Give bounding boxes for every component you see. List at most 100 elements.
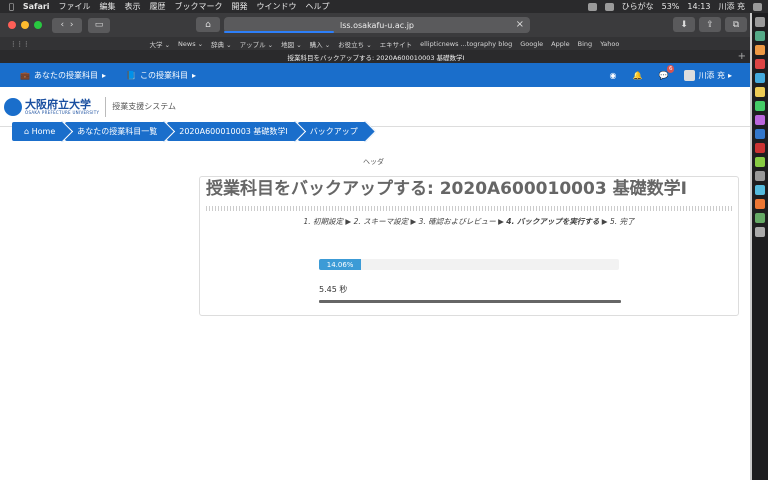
bell-icon[interactable]: 🔔 bbox=[633, 71, 643, 80]
site-header: 大阪府立大学 OSAKA PREFECTURE UNIVERSITY 授業支援シ… bbox=[0, 87, 752, 127]
dock-app-icon[interactable] bbox=[755, 157, 765, 167]
menu-view[interactable]: 表示 bbox=[125, 1, 141, 12]
dock-app-icon[interactable] bbox=[755, 171, 765, 181]
messages-icon[interactable]: 💬 6 bbox=[658, 64, 675, 80]
current-step: 4. バックアップを実行する bbox=[506, 217, 600, 226]
logo-sub-text: OSAKA PREFECTURE UNIVERSITY bbox=[25, 109, 100, 115]
nav-my-courses[interactable]: 💼 あなたの授業科目 ▸ bbox=[20, 70, 106, 81]
menu-develop[interactable]: 開発 bbox=[232, 1, 248, 12]
zoom-window-icon[interactable] bbox=[34, 21, 42, 29]
sidebar-toggle-icon[interactable]: ▭ bbox=[88, 17, 110, 33]
wifi-icon[interactable] bbox=[604, 2, 614, 11]
progress-label: 14.06% bbox=[326, 260, 354, 269]
battery-percent[interactable]: 53% bbox=[662, 2, 680, 11]
dock-app-icon[interactable] bbox=[755, 87, 765, 97]
macos-menubar:  Safari ファイル 編集 表示 履歴 ブックマーク 開発 ウインドウ ヘ… bbox=[0, 0, 768, 13]
system-name: 授業支援システム bbox=[112, 102, 176, 111]
browser-toolbar: ‹ › ▭ ⌂ lss.osakafu-u.ac.jp × ⬇ ⇪ ⧉ bbox=[0, 13, 752, 37]
menu-bookmarks[interactable]: ブックマーク bbox=[175, 1, 223, 12]
dock-app-icon[interactable] bbox=[755, 199, 765, 209]
user-menu[interactable]: 川添 充 ▸ bbox=[684, 69, 732, 81]
target-icon[interactable]: ◉ bbox=[610, 71, 617, 80]
notification-badge: 6 bbox=[666, 64, 675, 73]
nav-this-course[interactable]: 📘 この授業科目 ▸ bbox=[126, 70, 196, 81]
tabs-overview-icon[interactable]: ⧉ bbox=[725, 17, 747, 32]
dock-app-icon[interactable] bbox=[755, 143, 765, 153]
breadcrumb: ⌂ Home あなたの授業科目一覧 2020A600010003 基礎数学I バ… bbox=[12, 122, 368, 141]
dock-app-icon[interactable] bbox=[755, 115, 765, 125]
dock-app-icon[interactable] bbox=[755, 227, 765, 237]
fav-apple-jp[interactable]: アップル ⌄ bbox=[240, 39, 274, 49]
fav-news[interactable]: News ⌄ bbox=[178, 40, 203, 48]
dock-app-icon[interactable] bbox=[755, 73, 765, 83]
breadcrumb-backup[interactable]: バックアップ bbox=[297, 122, 367, 141]
university-logo-icon[interactable] bbox=[4, 97, 22, 116]
tab-active[interactable]: 授業科目をバックアップする: 2020A600010003 基礎数学I bbox=[288, 52, 465, 62]
logo-main-text: 大阪府立大学 bbox=[25, 97, 91, 111]
menu-help[interactable]: ヘルプ bbox=[306, 1, 330, 12]
avatar bbox=[684, 69, 696, 81]
fav-apple[interactable]: Apple bbox=[551, 40, 570, 48]
fav-jiten[interactable]: 辞典 ⌄ bbox=[211, 39, 232, 49]
breadcrumb-course-label: 2020A600010003 基礎数学I bbox=[179, 127, 288, 136]
steps-before: 1. 初期設定 ▶ 2. スキーマ設定 ▶ 3. 確認およびレビュー ▶ bbox=[303, 217, 507, 226]
new-tab-icon[interactable]: + bbox=[738, 50, 746, 63]
back-forward-buttons[interactable]: ‹ › bbox=[52, 17, 82, 33]
url-text: lss.osakafu-u.ac.jp bbox=[340, 20, 414, 30]
forward-icon[interactable]: › bbox=[70, 20, 74, 30]
dropbox-icon[interactable] bbox=[587, 2, 597, 11]
fav-yahoo[interactable]: Yahoo bbox=[600, 40, 619, 48]
dock-app-icon[interactable] bbox=[755, 129, 765, 139]
university-logo[interactable]: 大阪府立大学 OSAKA PREFECTURE UNIVERSITY bbox=[25, 99, 99, 115]
caret-right-icon: ▸ bbox=[101, 70, 106, 80]
dock-app-icon[interactable] bbox=[755, 213, 765, 223]
menu-list-icon[interactable] bbox=[753, 2, 762, 11]
breadcrumb-my-courses[interactable]: あなたの授業科目一覧 bbox=[65, 122, 167, 141]
dock-app-icon[interactable] bbox=[755, 101, 765, 111]
page-title: 授業科目をバックアップする: 2020A600010003 基礎数学I bbox=[206, 179, 687, 199]
dock-app-icon[interactable] bbox=[755, 59, 765, 69]
dock-app-icon[interactable] bbox=[755, 185, 765, 195]
stop-loading-icon[interactable]: × bbox=[516, 19, 524, 30]
menu-history[interactable]: 履歴 bbox=[150, 1, 166, 12]
fav-google[interactable]: Google bbox=[520, 40, 543, 48]
fav-shopping[interactable]: 購入 ⌄ bbox=[310, 39, 331, 49]
tab-bar: 授業科目をバックアップする: 2020A600010003 基礎数学I + bbox=[0, 50, 752, 63]
dock-app-icon[interactable] bbox=[755, 45, 765, 55]
back-icon[interactable]: ‹ bbox=[61, 20, 65, 30]
user-name[interactable]: 川添 充 bbox=[718, 1, 745, 12]
fav-useful[interactable]: お役立ち ⌄ bbox=[338, 39, 372, 49]
input-method[interactable]: ひらがな bbox=[622, 1, 654, 12]
fav-bing[interactable]: Bing bbox=[578, 40, 593, 48]
share-icon[interactable]: ⇪ bbox=[699, 17, 721, 32]
menu-window[interactable]: ウインドウ bbox=[257, 1, 297, 12]
clock[interactable]: 14:13 bbox=[687, 2, 710, 11]
breadcrumb-home[interactable]: ⌂ Home bbox=[12, 122, 65, 141]
home-icon[interactable]: ⌂ bbox=[196, 17, 220, 32]
apps-grid-icon[interactable]: ⋮⋮⋮ bbox=[10, 40, 30, 48]
backup-panel: 授業科目をバックアップする: 2020A600010003 基礎数学I 1. 初… bbox=[199, 176, 739, 316]
fav-map[interactable]: 地図 ⌄ bbox=[281, 39, 302, 49]
home-icon: ⌂ bbox=[24, 127, 32, 136]
dock-app-icon[interactable] bbox=[755, 17, 765, 27]
fav-daigaku[interactable]: 大学 ⌄ bbox=[150, 39, 171, 49]
close-window-icon[interactable] bbox=[8, 21, 16, 29]
download-icon[interactable]: ⬇ bbox=[673, 17, 695, 32]
steps-after: ▶ 5. 完了 bbox=[599, 217, 635, 226]
elapsed-time: 5.45 秒 bbox=[319, 285, 348, 294]
fav-ellipticnews[interactable]: ellipticnews ...tography blog bbox=[420, 40, 512, 48]
caret-right-icon: ▸ bbox=[727, 70, 732, 80]
minimize-window-icon[interactable] bbox=[21, 21, 29, 29]
dock-app-icon[interactable] bbox=[755, 31, 765, 41]
menu-edit[interactable]: 編集 bbox=[100, 1, 116, 12]
menu-safari[interactable]: Safari bbox=[23, 2, 50, 11]
backup-steps: 1. 初期設定 ▶ 2. スキーマ設定 ▶ 3. 確認およびレビュー ▶ 4. … bbox=[200, 216, 738, 227]
breadcrumb-backup-label: バックアップ bbox=[309, 127, 358, 136]
menu-file[interactable]: ファイル bbox=[59, 1, 91, 12]
address-bar[interactable]: lss.osakafu-u.ac.jp × bbox=[224, 17, 530, 33]
apple-icon[interactable]:  bbox=[9, 2, 14, 11]
fav-excite[interactable]: エキサイト bbox=[380, 39, 413, 49]
dock bbox=[752, 13, 768, 480]
breadcrumb-course[interactable]: 2020A600010003 基礎数学I bbox=[167, 122, 297, 141]
breadcrumb-home-label: Home bbox=[31, 127, 56, 136]
